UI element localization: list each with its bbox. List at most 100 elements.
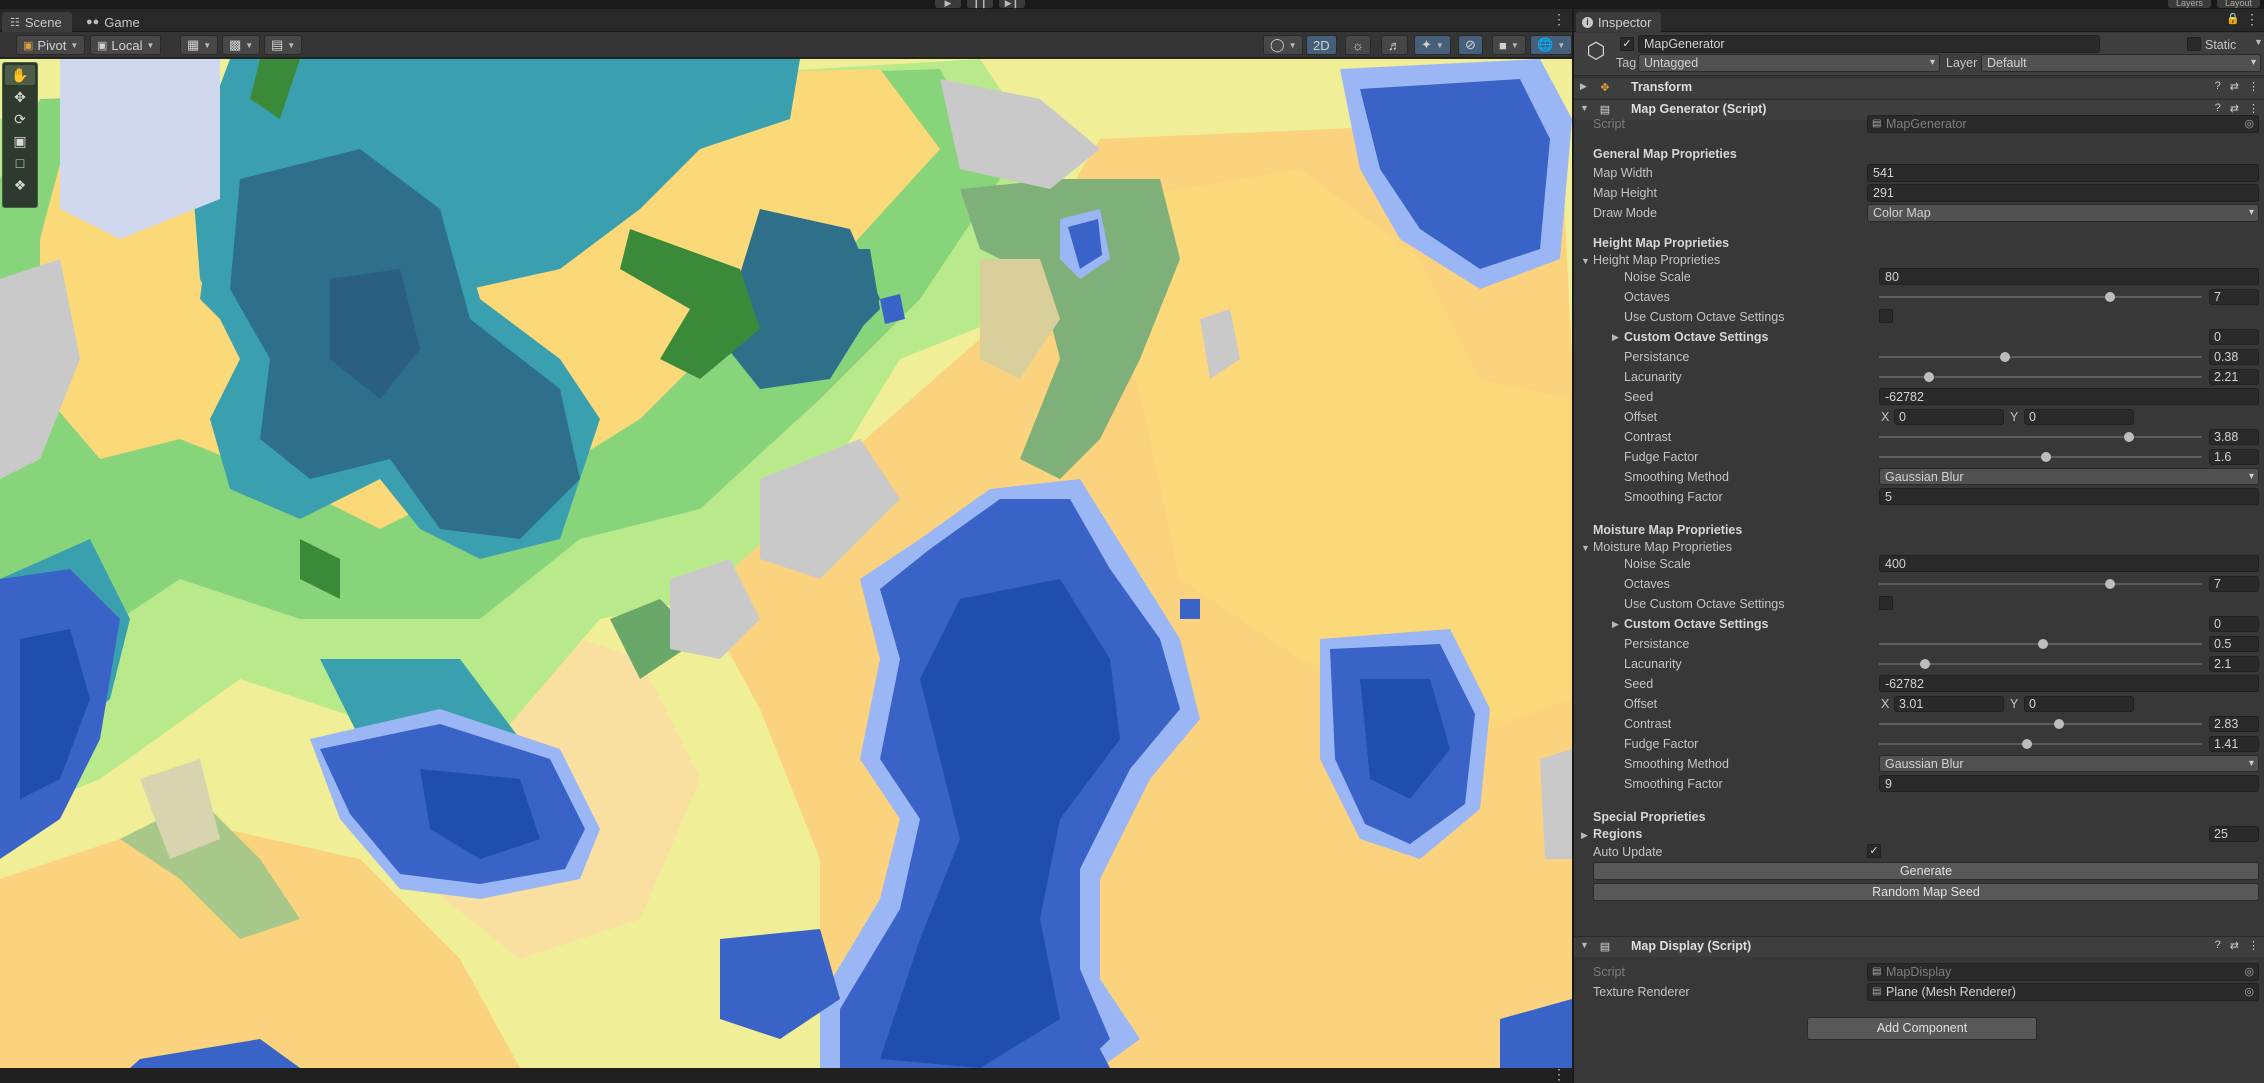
script-field[interactable]: ▤ MapGenerator ◎ xyxy=(1867,115,2259,133)
expand-arrow-icon[interactable]: ▶ xyxy=(1612,332,1619,343)
height-offset-x-field[interactable]: 0 xyxy=(1894,409,2004,425)
moisture-octaves-value-field[interactable]: 7 xyxy=(2209,576,2259,592)
chevron-down-icon[interactable]: ▼ xyxy=(2254,37,2263,47)
audio-toggle[interactable]: ♬ xyxy=(1381,35,1408,55)
expand-arrow-icon[interactable]: ▶ xyxy=(1612,619,1619,630)
mode-2d-toggle[interactable]: 2D xyxy=(1306,35,1337,55)
grid-snap-button[interactable]: ▦ ▼ xyxy=(180,35,219,55)
map-height-field[interactable]: 291 xyxy=(1867,184,2259,202)
tab-scene[interactable]: ☷ Scene xyxy=(2,12,72,32)
layer-dropdown[interactable]: Default xyxy=(1981,54,2261,72)
moisture-persistance-slider-knob[interactable] xyxy=(2038,639,2048,649)
height-contrast-slider-track[interactable] xyxy=(1879,436,2202,438)
static-checkbox[interactable] xyxy=(2187,37,2201,51)
status-menu-icon[interactable]: ⋮ xyxy=(1552,1066,1566,1083)
align-button[interactable]: ▤ ▼ xyxy=(264,35,303,55)
moisture-octaves-slider-knob[interactable] xyxy=(2104,579,2115,589)
play-button[interactable]: ▶ xyxy=(935,0,961,8)
object-name-field[interactable]: MapGenerator xyxy=(1638,35,2100,53)
moisture-octaves-slider-track[interactable] xyxy=(1879,583,2202,585)
height-contrast-slider-knob[interactable] xyxy=(2123,432,2134,442)
regions-foldout[interactable]: Regions xyxy=(1593,826,1642,842)
generate-button[interactable]: Generate xyxy=(1593,862,2259,880)
component-menu-icon[interactable]: ⋮ xyxy=(2248,102,2259,115)
height-smoothing-factor-field[interactable]: 5 xyxy=(1879,488,2259,505)
height-lacunarity-slider-knob[interactable] xyxy=(1923,372,1934,382)
move-tool-icon[interactable]: ✥ xyxy=(5,87,35,107)
map-display-header[interactable]: ▼ ▤ Map Display (Script) ? ⇄ ⋮ xyxy=(1574,936,2264,957)
height-fudge-slider-knob[interactable] xyxy=(2041,452,2052,462)
draw-mode-dropdown[interactable]: Color Map xyxy=(1867,204,2259,222)
height-persistance-slider-track[interactable] xyxy=(1879,356,2202,358)
target-icon[interactable]: ◎ xyxy=(2244,116,2254,132)
moisture-fudge-slider-track[interactable] xyxy=(1879,743,2202,745)
moisture-contrast-slider-knob[interactable] xyxy=(2053,719,2064,729)
lock-icon[interactable]: 🔒 xyxy=(2226,12,2240,25)
help-icon[interactable]: ? xyxy=(2215,80,2221,93)
moisture-custom-octave-settings-foldout[interactable]: Custom Octave Settings xyxy=(1624,616,1768,632)
collapse-arrow-icon[interactable]: ▼ xyxy=(1581,543,1590,553)
moisture-lacunarity-value-field[interactable]: 2.1 xyxy=(2209,656,2259,672)
texture-renderer-field[interactable]: ▤ Plane (Mesh Renderer) ◎ xyxy=(1867,983,2259,1001)
auto-update-checkbox[interactable]: ✓ xyxy=(1867,844,1881,858)
height-contrast-value-field[interactable]: 3.88 xyxy=(2209,429,2259,445)
height-custom-octave-count-field[interactable]: 0 xyxy=(2209,329,2259,345)
moisture-custom-octave-count-field[interactable]: 0 xyxy=(2209,616,2259,632)
height-foldout[interactable]: Height Map Proprieties xyxy=(1593,252,1720,268)
height-octaves-slider-track[interactable] xyxy=(1879,296,2202,298)
height-fudge-value-field[interactable]: 1.6 xyxy=(2209,449,2259,465)
moisture-smoothing-method-dropdown[interactable]: Gaussian Blur xyxy=(1879,755,2259,772)
height-seed-field[interactable]: -62782 xyxy=(1879,388,2259,405)
tab-inspector[interactable]: i Inspector xyxy=(1576,12,1662,32)
preset-icon[interactable]: ⇄ xyxy=(2230,80,2239,93)
hand-tool-icon[interactable]: ✋ xyxy=(5,65,35,85)
random-seed-button[interactable]: Random Map Seed xyxy=(1593,883,2259,901)
help-icon[interactable]: ? xyxy=(2215,939,2221,952)
layout-dropdown[interactable]: Layout xyxy=(2216,0,2260,8)
draw-mode-button[interactable]: ◯ ▼ xyxy=(1263,35,1304,55)
preset-icon[interactable]: ⇄ xyxy=(2230,102,2239,115)
target-icon[interactable]: ◎ xyxy=(2244,964,2254,980)
layers-dropdown[interactable]: Layers xyxy=(2167,0,2211,8)
height-persistance-value-field[interactable]: 0.38 xyxy=(2209,349,2259,365)
visibility-toggle[interactable]: ⊘ xyxy=(1458,35,1483,55)
gizmos-button[interactable]: 🌐 ▼ xyxy=(1530,35,1573,55)
moisture-noise-scale-field[interactable]: 400 xyxy=(1879,555,2259,572)
height-custom-octave-settings-foldout[interactable]: Custom Octave Settings xyxy=(1624,329,1768,345)
lighting-toggle[interactable]: ☼ xyxy=(1345,35,1371,55)
increment-snap-button[interactable]: ▩ ▼ xyxy=(222,35,261,55)
height-octaves-value-field[interactable]: 7 xyxy=(2209,289,2259,305)
moisture-custom-octave-checkbox[interactable] xyxy=(1879,596,1893,610)
component-menu-icon[interactable]: ⋮ xyxy=(2248,939,2259,952)
scale-tool-icon[interactable]: ▣ xyxy=(5,131,35,151)
display-script-field[interactable]: ▤ MapDisplay ◎ xyxy=(1867,963,2259,981)
help-icon[interactable]: ? xyxy=(2215,102,2221,115)
tag-dropdown[interactable]: Untagged xyxy=(1638,54,1940,72)
moisture-foldout[interactable]: Moisture Map Proprieties xyxy=(1593,539,1732,555)
step-button[interactable]: ▶❙ xyxy=(999,0,1025,8)
moisture-offset-x-field[interactable]: 3.01 xyxy=(1894,696,2004,712)
active-checkbox[interactable]: ✓ xyxy=(1620,37,1634,51)
target-icon[interactable]: ◎ xyxy=(2244,984,2254,1000)
moisture-fudge-value-field[interactable]: 1.41 xyxy=(2209,736,2259,752)
expand-arrow-icon[interactable]: ▶ xyxy=(1581,830,1588,841)
height-custom-octave-checkbox[interactable] xyxy=(1879,309,1893,323)
transform-tool-icon[interactable]: ❖ xyxy=(5,175,35,195)
map-width-field[interactable]: 541 xyxy=(1867,164,2259,182)
moisture-smoothing-factor-field[interactable]: 9 xyxy=(1879,775,2259,792)
height-persistance-slider-knob[interactable] xyxy=(1999,352,2010,362)
local-toggle[interactable]: ▣ Local ▼ xyxy=(90,35,162,55)
height-lacunarity-value-field[interactable]: 2.21 xyxy=(2209,369,2259,385)
add-component-button[interactable]: Add Component xyxy=(1807,1017,2037,1040)
transform-header[interactable]: ▶ ✥ Transform ? ⇄ ⋮ xyxy=(1574,77,2264,98)
preset-icon[interactable]: ⇄ xyxy=(2230,939,2239,952)
moisture-contrast-value-field[interactable]: 2.83 xyxy=(2209,716,2259,732)
regions-count-field[interactable]: 25 xyxy=(2209,826,2259,842)
rotate-tool-icon[interactable]: ⟳ xyxy=(5,109,35,129)
scene-viewport[interactable] xyxy=(0,59,1572,1068)
inspector-menu-icon[interactable]: ⋮ xyxy=(2245,11,2259,28)
moisture-persistance-value-field[interactable]: 0.5 xyxy=(2209,636,2259,652)
moisture-lacunarity-slider-knob[interactable] xyxy=(1920,659,1931,669)
height-octaves-slider-knob[interactable] xyxy=(2104,292,2115,302)
component-menu-icon[interactable]: ⋮ xyxy=(2248,80,2259,93)
